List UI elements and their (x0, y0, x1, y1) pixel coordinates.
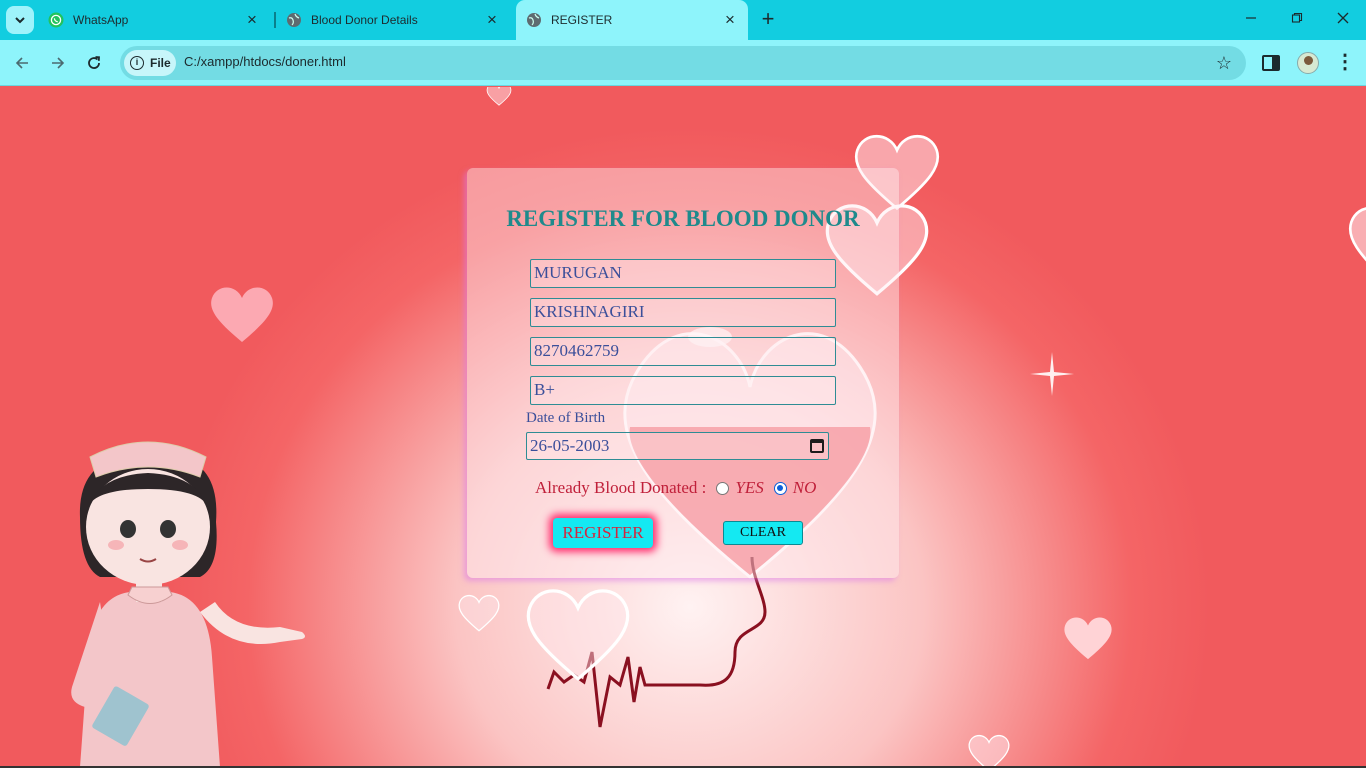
tab-title: WhatsApp (73, 13, 129, 27)
close-icon[interactable]: × (244, 11, 260, 28)
back-arrow-icon[interactable] (10, 51, 34, 75)
register-form-card: REGISTER FOR BLOOD DONOR MURUGAN KRISHNA… (467, 168, 899, 578)
tab-bar: WhatsApp × Blood Donor Details × REGISTE… (0, 0, 1366, 40)
place-input[interactable]: KRISHNAGIRI (530, 298, 836, 327)
heart-bubble-icon (526, 589, 630, 681)
tab-register[interactable]: REGISTER × (516, 0, 748, 40)
already-donated-group: Already Blood Donated : YES NO (535, 478, 816, 498)
close-icon[interactable]: × (722, 11, 738, 28)
side-panel-icon[interactable] (1262, 55, 1280, 71)
close-icon[interactable]: × (484, 11, 500, 28)
forward-arrow-icon[interactable] (46, 51, 70, 75)
register-button[interactable]: REGISTER (553, 518, 653, 548)
tab-search-button[interactable] (6, 6, 34, 34)
name-input[interactable]: MURUGAN (530, 259, 836, 288)
heart-bubble-icon (1348, 207, 1366, 262)
page-title: REGISTER FOR BLOOD DONOR (506, 206, 860, 231)
tab-blood-donor-details[interactable]: Blood Donor Details × (276, 0, 510, 40)
heart-icon (211, 287, 273, 342)
minimize-icon[interactable] (1239, 8, 1263, 32)
heart-bubble-icon (486, 87, 512, 106)
radio-yes[interactable] (716, 481, 730, 495)
heart-bubble-icon (458, 594, 500, 632)
new-tab-plus-icon[interactable]: + (757, 8, 779, 32)
reload-icon[interactable] (82, 51, 106, 75)
whatsapp-icon (48, 12, 64, 28)
radio-yes-label: YES (735, 478, 764, 497)
sparkle-icon (1030, 352, 1074, 396)
blood-group-input[interactable]: B+ (530, 376, 836, 405)
already-donated-label: Already Blood Donated : (535, 478, 707, 497)
calendar-icon[interactable] (810, 439, 824, 453)
info-icon: i (130, 56, 144, 70)
heart-icon (1064, 617, 1112, 660)
dob-label: Date of Birth (526, 410, 606, 426)
phone-input[interactable]: 8270462759 (530, 337, 836, 366)
tab-title: REGISTER (551, 13, 613, 27)
tab-title: Blood Donor Details (311, 13, 418, 27)
profile-avatar[interactable] (1297, 52, 1319, 74)
chevron-down-icon (15, 17, 25, 24)
address-bar[interactable]: i File C:/xampp/htdocs/doner.html ☆ (120, 46, 1246, 80)
dob-value: 26-05-2003 (530, 436, 610, 455)
radio-no-label: NO (792, 478, 817, 497)
site-info-label: File (150, 56, 171, 70)
browser-toolbar: i File C:/xampp/htdocs/doner.html ☆ ⋮ (0, 40, 1366, 86)
nurse-illustration (71, 441, 305, 766)
radio-no[interactable] (773, 481, 787, 495)
globe-icon (286, 12, 302, 28)
close-window-icon[interactable] (1331, 8, 1355, 32)
dob-input[interactable]: 26-05-2003 (526, 432, 829, 460)
restore-icon[interactable] (1285, 8, 1309, 32)
globe-icon (526, 12, 542, 28)
site-info-chip[interactable]: i File (124, 50, 176, 76)
bookmark-star-icon[interactable]: ☆ (1216, 53, 1232, 74)
tab-whatsapp[interactable]: WhatsApp × (38, 0, 270, 40)
url-text[interactable]: C:/xampp/htdocs/doner.html (184, 54, 346, 69)
menu-kebab-icon[interactable]: ⋮ (1335, 52, 1355, 74)
heart-bubble-icon (968, 734, 1010, 766)
clear-button[interactable]: CLEAR (723, 521, 803, 545)
